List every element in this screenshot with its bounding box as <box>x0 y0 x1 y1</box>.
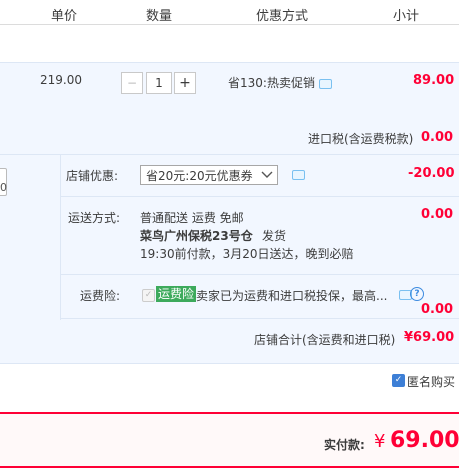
chevron-down-icon <box>261 171 273 178</box>
qty-plus-button[interactable]: + <box>174 72 196 94</box>
insurance-checkbox[interactable]: ✓ <box>142 289 155 302</box>
payment-currency: ¥ <box>374 431 386 452</box>
shipping-warehouse-suffix: 发货 <box>262 229 287 243</box>
chat-icon[interactable] <box>319 79 332 89</box>
chat-icon[interactable] <box>292 170 305 180</box>
qty-input[interactable]: 1 <box>146 72 172 94</box>
coupon-select[interactable]: 省20元:20元优惠券 <box>140 165 278 185</box>
qty-minus-button[interactable]: − <box>121 72 143 94</box>
insurance-value: 0.00 <box>421 302 454 317</box>
store-total-value: ¥69.00 <box>404 330 455 345</box>
divider <box>60 318 459 319</box>
col-subtotal-header: 小计 <box>393 9 420 24</box>
unit-price: 219.00 <box>40 73 82 87</box>
anonymous-label: 匿名购买 <box>407 375 456 389</box>
shipping-value: 0.00 <box>421 207 454 222</box>
store-discount-label: 店铺优惠: <box>66 169 119 183</box>
payment-amount: 69.00 <box>390 428 459 453</box>
item-promo: 省130:热卖促销 <box>228 76 315 90</box>
item-subtotal: 89.00 <box>413 73 455 88</box>
insurance-badge: 运费险 <box>156 286 197 302</box>
payment-label: 实付款: <box>324 438 365 452</box>
insurance-description: 卖家已为运费和进口税投保，最高... <box>196 289 388 303</box>
left-stub-text: 0 <box>0 181 7 194</box>
col-promo-header: 优惠方式 <box>256 9 309 24</box>
help-icon[interactable]: ? <box>410 287 424 301</box>
insurance-label: 运费险: <box>80 289 121 303</box>
import-tax-value: 0.00 <box>421 130 454 145</box>
col-qty-header: 数量 <box>146 9 173 24</box>
divider <box>60 196 459 197</box>
col-price-header: 单价 <box>51 9 78 24</box>
shipping-label: 运送方式: <box>68 211 121 225</box>
store-total-label: 店铺合计(含运费和进口税) <box>254 333 396 347</box>
shipping-delivery-time: 19:30前付款，3月20日送达，晚到必赔 <box>140 247 354 261</box>
shipping-method: 普通配送 运费 免邮 <box>140 211 244 225</box>
import-tax-label: 进口税(含运费税款) <box>308 132 414 146</box>
coupon-select-value: 省20元:20元优惠券 <box>146 169 253 183</box>
anonymous-checkbox[interactable]: ✓ <box>392 374 405 387</box>
divider <box>60 274 459 275</box>
shipping-warehouse: 菜鸟广州保税23号仓 <box>140 229 253 243</box>
store-discount-value: -20.00 <box>408 166 455 181</box>
table-header: 单价 数量 优惠方式 小计 <box>0 0 459 25</box>
